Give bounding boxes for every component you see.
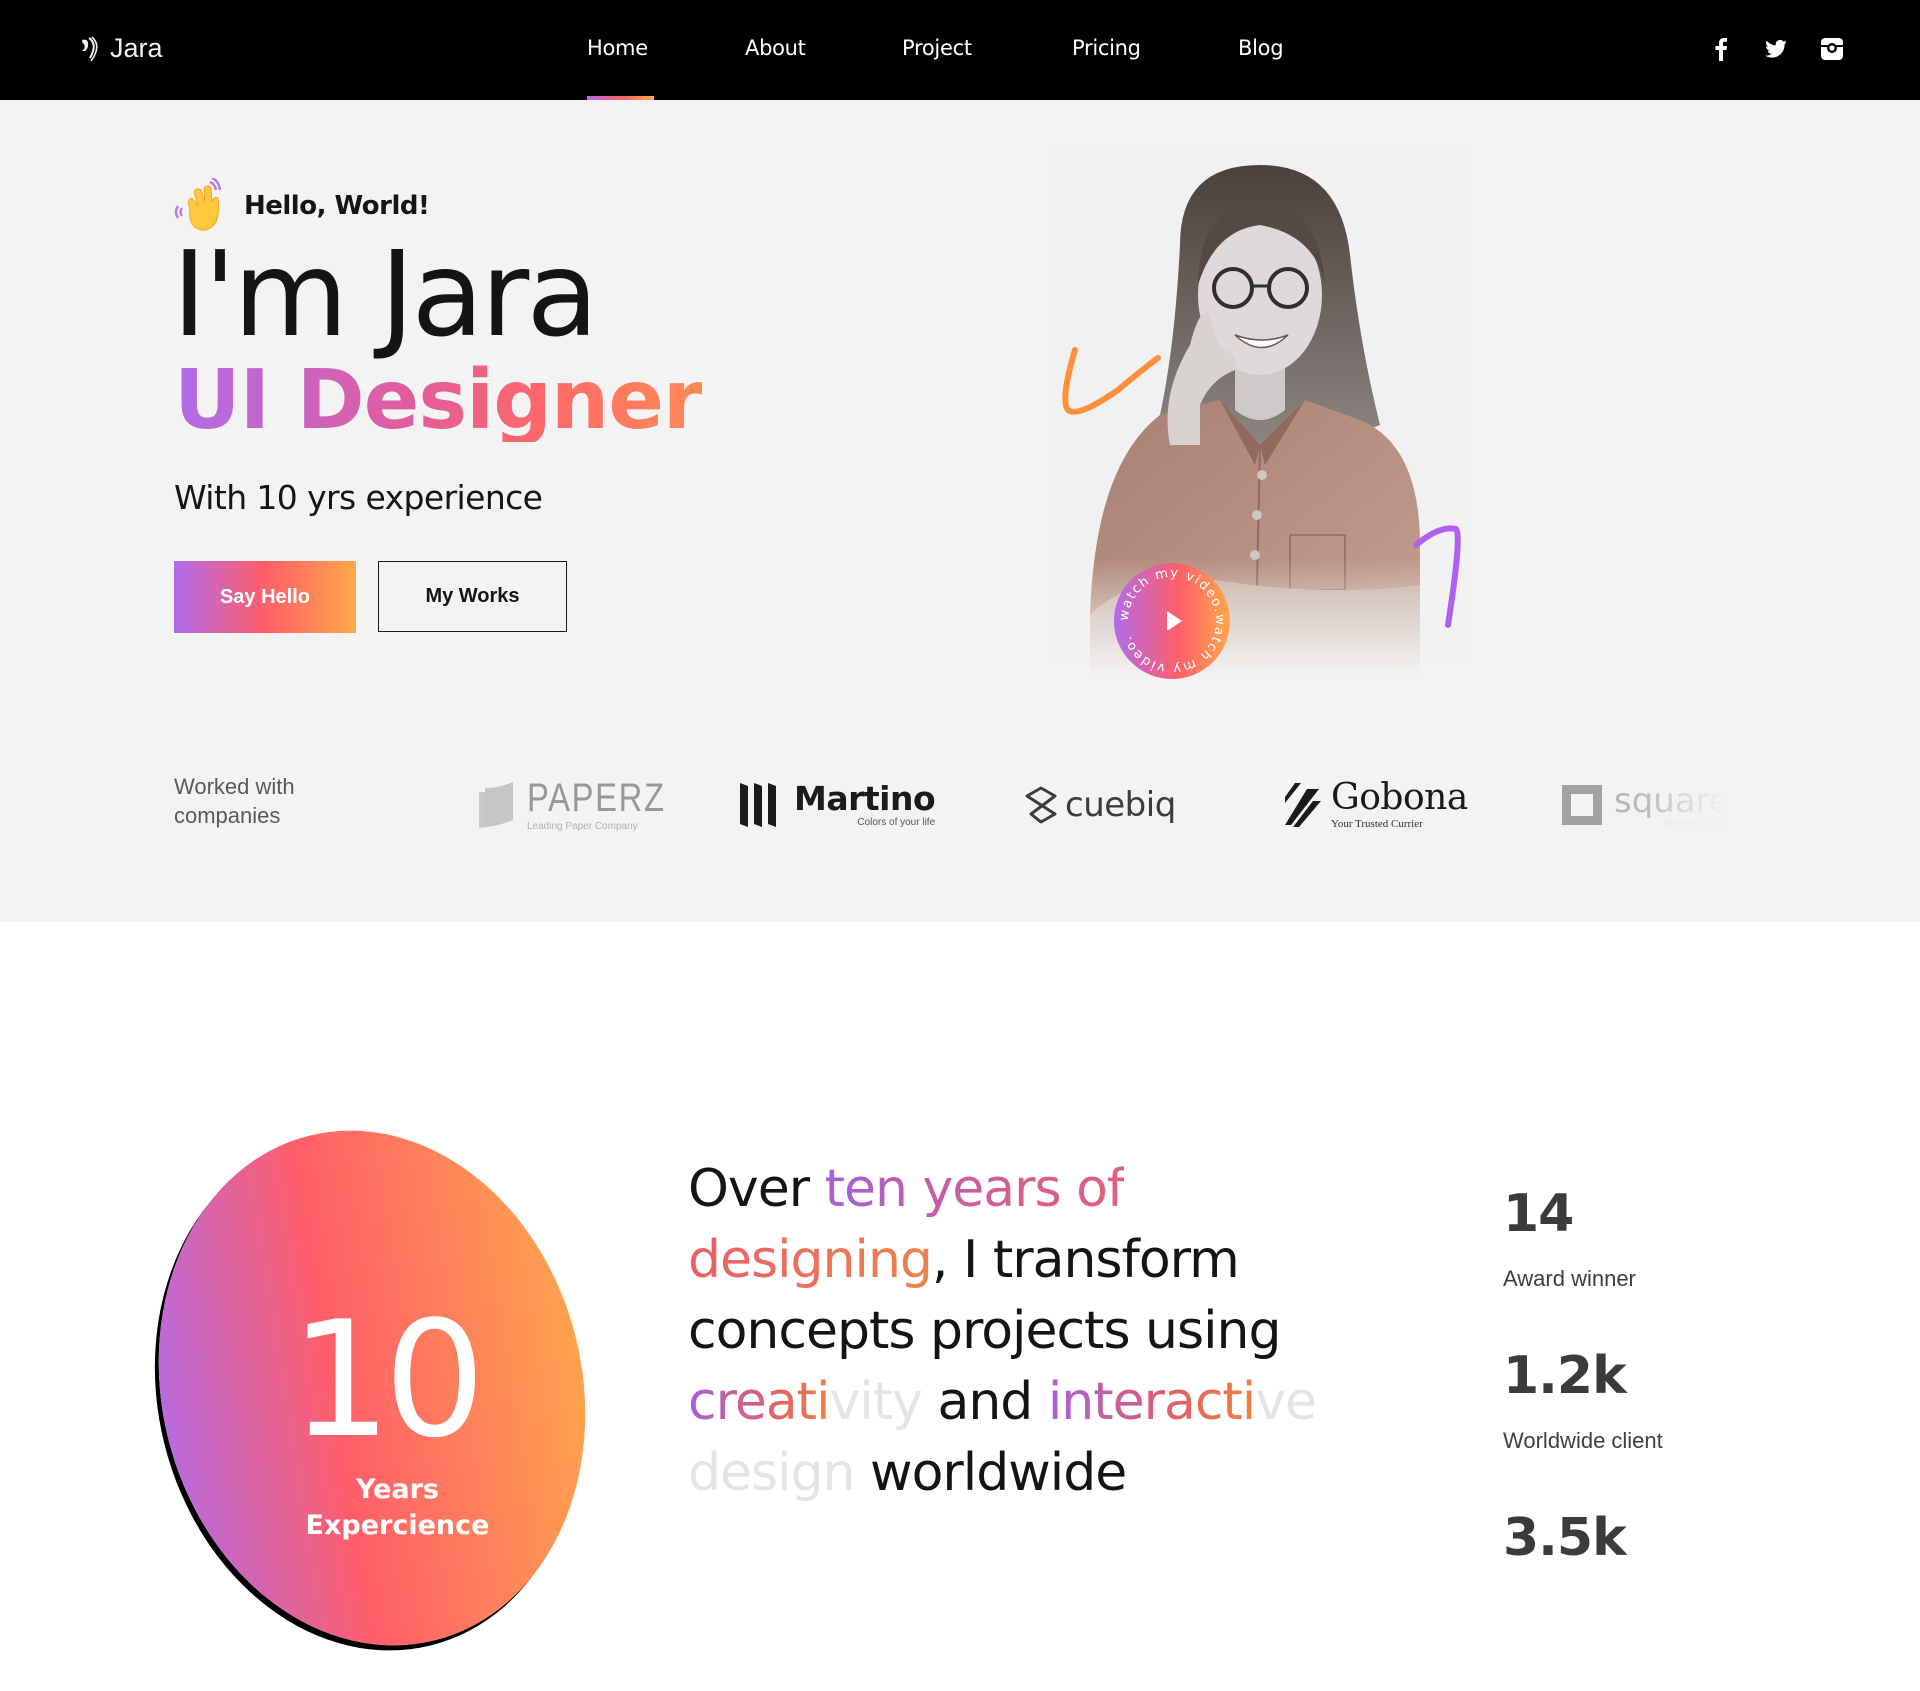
- twitter-link[interactable]: [1763, 36, 1789, 62]
- instagram-link[interactable]: [1819, 36, 1845, 62]
- company-logo-strip: PAPERZ Leading Paper Company Martino Col…: [425, 760, 1735, 850]
- nav-pricing[interactable]: Pricing: [1072, 36, 1141, 60]
- experience-label-experience: Expercience: [305, 1510, 490, 1541]
- statement-highlight: ten years of: [824, 1159, 1126, 1219]
- my-works-button[interactable]: My Works: [378, 561, 567, 632]
- rotating-text-ring: watch my video.watch my video.: [1117, 566, 1226, 676]
- statement-highlight: interacti: [1047, 1372, 1256, 1432]
- nav-blog[interactable]: Blog: [1238, 36, 1284, 60]
- logo-strip-fade-left: [425, 750, 485, 860]
- stat-label: Award winner: [1503, 1266, 1636, 1291]
- company-logo-cuebiq: cuebiq: [1025, 760, 1176, 850]
- company-logo-gobona: Gobona Your Trusted Currier: [1285, 760, 1468, 850]
- stat-projects: 3.5k: [1503, 1508, 1627, 1568]
- logo-strip-fade-right: [1655, 750, 1745, 860]
- stat-value: 14: [1503, 1184, 1574, 1244]
- facebook-icon: [1715, 38, 1727, 61]
- experience-number: 10: [290, 1286, 486, 1473]
- top-navbar: Jara Home About Project Pricing Blog: [0, 0, 1920, 100]
- martino-icon: [740, 783, 776, 827]
- twitter-icon: [1765, 40, 1787, 58]
- cuebiq-icon: [1025, 786, 1057, 824]
- stat-value: 3.5k: [1503, 1508, 1627, 1568]
- statement-part: Over: [688, 1159, 825, 1219]
- square-icon: [1562, 785, 1602, 825]
- decorative-squiggle: [1062, 347, 1161, 415]
- about-statement: Over ten years of designing, I transform …: [688, 1154, 1408, 1509]
- nav-home[interactable]: Home: [587, 36, 648, 60]
- statement-faded: vity: [829, 1372, 923, 1432]
- stat-label: Worldwide client: [1503, 1428, 1663, 1453]
- statement-part: and: [921, 1372, 1048, 1432]
- companies-label: Worked with companies: [174, 774, 295, 828]
- brand-name: Jara: [110, 33, 163, 63]
- nav-about[interactable]: About: [745, 36, 806, 60]
- statement-part: worldwide: [854, 1443, 1127, 1503]
- play-icon: [1167, 611, 1182, 631]
- greeting-text: Hello, World!: [244, 191, 430, 221]
- hero-subhead: With 10 yrs experience: [174, 478, 543, 517]
- watch-video-button[interactable]: watch my video.watch my video.: [1114, 563, 1230, 679]
- hero-headline: I'm Jara: [172, 225, 599, 363]
- facebook-link[interactable]: [1708, 36, 1734, 62]
- experience-label-years: Years: [356, 1474, 439, 1505]
- instagram-icon: [1821, 38, 1843, 60]
- company-logo-martino: Martino Colors of your life: [740, 760, 936, 850]
- decorative-squiggle: [1413, 525, 1461, 628]
- stat-awards: 14 Award winner: [1503, 1188, 1636, 1292]
- statement-highlight: creati: [688, 1372, 831, 1432]
- company-logo-paperz: PAPERZ Leading Paper Company: [477, 760, 696, 850]
- gobona-icon: [1285, 783, 1321, 827]
- nav-project[interactable]: Project: [902, 36, 972, 60]
- hero-role: UI Designer: [174, 353, 703, 448]
- brand-logo[interactable]: Jara: [76, 33, 163, 64]
- stat-value: 1.2k: [1503, 1346, 1627, 1406]
- stat-clients: 1.2k Worldwide client: [1503, 1350, 1663, 1454]
- say-hello-button[interactable]: Say Hello: [174, 561, 356, 633]
- statement-highlight: designing: [688, 1230, 933, 1290]
- logo-icon: [82, 35, 98, 61]
